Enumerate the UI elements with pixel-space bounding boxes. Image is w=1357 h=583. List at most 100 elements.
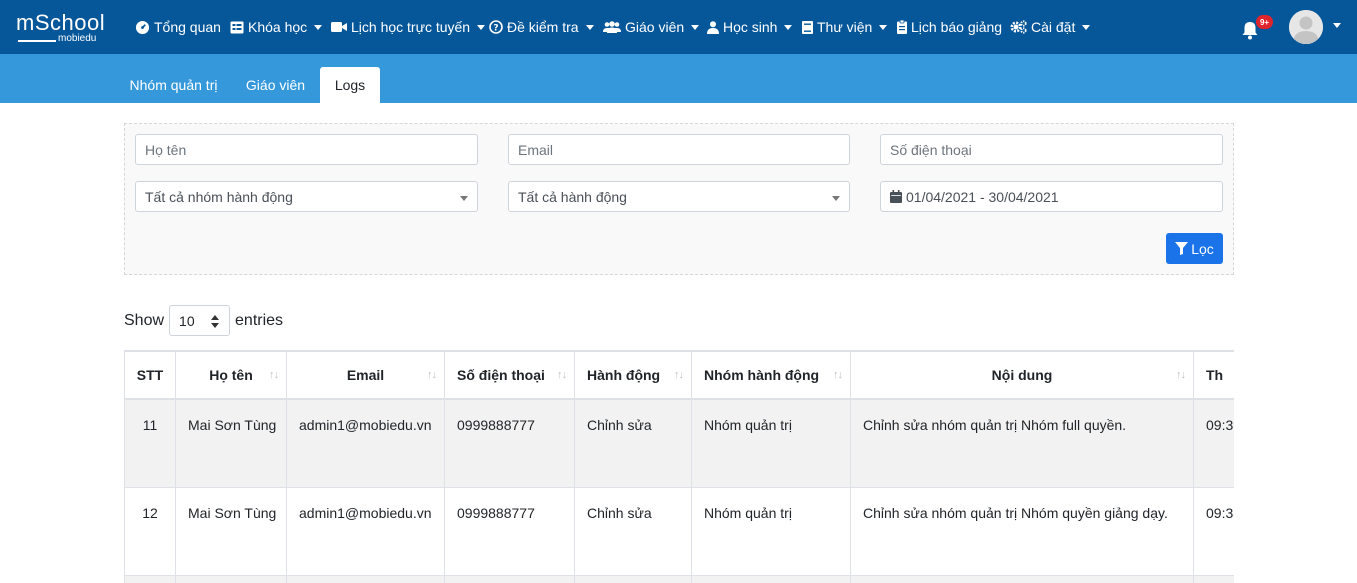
nav-label: Thư viện	[817, 19, 873, 35]
action-group-select-value: Tất cả nhóm hành động	[145, 188, 293, 205]
table-row: 12 Mai Sơn Tùng admin1@mobiedu.vn 099988…	[124, 486, 1234, 576]
cell-stt: 11	[124, 398, 176, 488]
nav-label: Lịch học trực tuyến	[351, 19, 471, 35]
sort-icon: ↑↓	[833, 369, 843, 381]
cell-stt: 12	[124, 486, 176, 576]
tab-logs[interactable]: Logs	[320, 67, 380, 103]
logs-table-container: STT Họ tên ↑↓ Email ↑↓ Số điện thoại ↑↓ Hàn…	[124, 350, 1234, 583]
date-range-value: 01/04/2021 - 30/04/2021	[906, 188, 1059, 205]
cell-action: Chỉnh sửa	[574, 486, 692, 576]
chevron-down-icon	[585, 24, 594, 30]
nav-label: Đề kiểm tra	[507, 19, 579, 35]
column-header-action[interactable]: Hành động ↑↓	[574, 350, 692, 400]
table-row	[124, 574, 1234, 583]
user-avatar[interactable]	[1289, 10, 1323, 44]
clipboard-icon	[897, 20, 907, 34]
cell-name: Mai Sơn Tùng	[175, 398, 287, 488]
nav-item-courses[interactable]: Khóa học	[230, 0, 323, 54]
filter-button-label: Lọc	[1191, 240, 1214, 257]
column-header-stt[interactable]: STT	[124, 350, 176, 400]
date-range-picker[interactable]: 01/04/2021 - 30/04/2021	[880, 181, 1223, 212]
page-length-value: 10	[179, 312, 195, 329]
chevron-down-icon	[691, 24, 700, 30]
sort-icon: ↑↓	[557, 369, 567, 381]
cell-phone: 0999888777	[444, 398, 575, 488]
logo-subtext: mobiedu	[58, 33, 97, 44]
cogs-icon	[1010, 20, 1027, 34]
updown-arrows-icon	[211, 315, 220, 328]
sort-icon: ↑↓	[427, 369, 437, 381]
question-circle-icon: ?	[489, 20, 503, 34]
filter-button[interactable]: Lọc	[1166, 233, 1223, 264]
cell-action-group: Nhóm quản trị	[691, 486, 851, 576]
nav-label: Cài đặt	[1031, 19, 1076, 35]
action-select[interactable]: Tất cả hành động	[508, 181, 850, 212]
cell-time: 09:39	[1193, 398, 1234, 488]
chevron-down-icon	[314, 24, 323, 30]
nav-item-students[interactable]: Học sinh	[707, 0, 793, 54]
tab-admin-groups[interactable]: Nhóm quản trị	[117, 67, 230, 103]
column-header-phone[interactable]: Số điện thoại ↑↓	[444, 350, 575, 400]
sort-icon: ↑↓	[1176, 369, 1186, 381]
chevron-down-icon	[1082, 24, 1091, 30]
cell-email: admin1@mobiedu.vn	[286, 486, 445, 576]
logs-table: STT Họ tên ↑↓ Email ↑↓ Số điện thoại ↑↓ Hàn…	[124, 350, 1234, 583]
tab-teachers[interactable]: Giáo viên	[235, 67, 316, 103]
chevron-down-icon	[784, 24, 793, 30]
video-icon	[331, 21, 347, 33]
calendar-icon	[890, 190, 902, 203]
cell-action-group: Nhóm quản trị	[691, 398, 851, 488]
book-icon	[802, 20, 813, 34]
column-header-action-group[interactable]: Nhóm hành động ↑↓	[691, 350, 851, 400]
svg-text:?: ?	[493, 24, 498, 34]
top-navbar: mSchool mobiedu Tổng quan Khóa học Lịch …	[0, 0, 1357, 54]
entries-label: entries	[235, 311, 284, 329]
cell-time: 09:38	[1193, 486, 1234, 576]
nav-item-lesson-schedule[interactable]: Lịch báo giảng	[897, 0, 1002, 54]
user-icon	[707, 20, 719, 34]
cell-email: admin1@mobiedu.vn	[286, 398, 445, 488]
cell-name: Mai Sơn Tùng	[175, 486, 287, 576]
phone-filter-input[interactable]	[880, 134, 1223, 165]
cell-phone: 0999888777	[444, 486, 575, 576]
page-length-control: Show 10 entries	[124, 305, 283, 336]
chevron-down-icon	[460, 196, 468, 201]
nav-label: Lịch báo giảng	[911, 19, 1003, 35]
nav-item-tests[interactable]: ? Đề kiểm tra	[489, 0, 594, 54]
page-length-select[interactable]: 10	[169, 305, 231, 336]
nav-item-library[interactable]: Thư viện	[802, 0, 888, 54]
nav-item-teachers[interactable]: Giáo viên	[603, 0, 700, 54]
filter-icon	[1175, 242, 1189, 255]
brand-logo[interactable]: mSchool mobiedu	[16, 10, 116, 46]
nav-item-dashboard[interactable]: Tổng quan	[135, 0, 221, 54]
action-group-select[interactable]: Tất cả nhóm hành động	[135, 181, 478, 212]
nav-label: Khóa học	[248, 19, 308, 35]
chevron-down-icon	[832, 196, 840, 201]
nav-item-settings[interactable]: Cài đặt	[1010, 0, 1091, 54]
email-filter-input[interactable]	[508, 134, 850, 165]
cell-action: Chỉnh sửa	[574, 398, 692, 488]
users-icon	[603, 21, 621, 33]
show-label: Show	[124, 311, 165, 329]
table-header-row: STT Họ tên ↑↓ Email ↑↓ Số điện thoại ↑↓ Hàn…	[124, 350, 1234, 400]
nav-label: Học sinh	[723, 19, 778, 35]
column-header-email[interactable]: Email ↑↓	[286, 350, 445, 400]
name-filter-input[interactable]	[135, 134, 478, 165]
cell-content: Chỉnh sửa nhóm quản trị Nhóm full quyền.	[850, 398, 1194, 488]
dashboard-icon	[135, 20, 150, 35]
column-header-name[interactable]: Họ tên ↑↓	[175, 350, 287, 400]
action-select-value: Tất cả hành động	[518, 188, 627, 205]
tab-strip: Nhóm quản trị Giáo viên Logs	[0, 54, 1357, 103]
sort-icon: ↑↓	[674, 369, 684, 381]
column-header-time[interactable]: Th	[1193, 350, 1234, 400]
nav-item-online-schedule[interactable]: Lịch học trực tuyến	[331, 0, 486, 54]
nav-label: Tổng quan	[154, 19, 221, 35]
chevron-down-icon	[879, 24, 888, 30]
table-row: 11 Mai Sơn Tùng admin1@mobiedu.vn 099988…	[124, 398, 1234, 488]
chevron-down-icon[interactable]	[1333, 23, 1341, 28]
sort-icon: ↑↓	[269, 369, 279, 381]
chevron-down-icon	[477, 24, 486, 30]
logo-underline	[18, 40, 56, 42]
column-header-content[interactable]: Nội dung ↑↓	[850, 350, 1194, 400]
notification-badge: 9+	[1256, 15, 1273, 29]
